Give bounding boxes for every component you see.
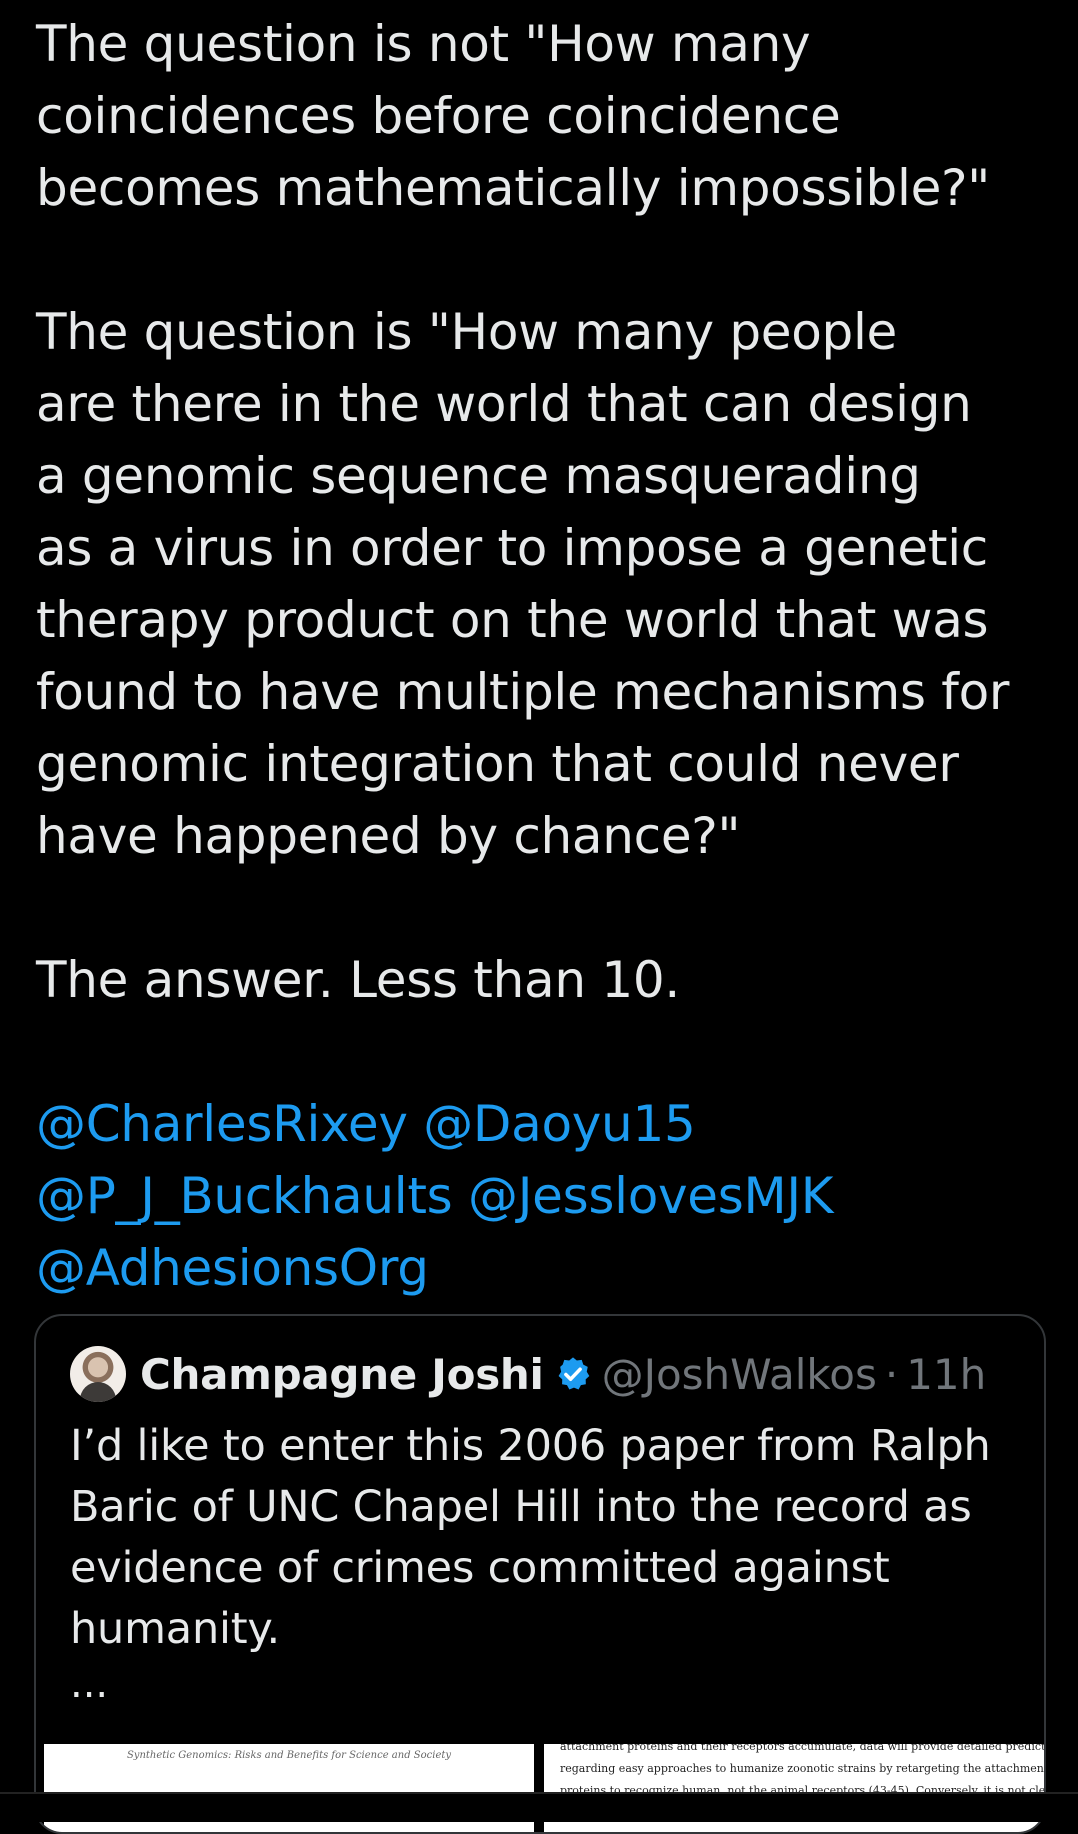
paper-running-head: Synthetic Genomics: Risks and Benefits f… [126,1750,452,1761]
bottom-bar [0,1792,1078,1822]
mentions-line: @P_J_Buckhaults @JesslovesMJK [36,1160,1046,1232]
separator-dot: · [884,1349,899,1399]
tweet-paragraph: The answer. Less than 10. [36,951,680,1009]
display-name[interactable]: Champagne Joshi [140,1350,544,1399]
tweet-text: The question is not "How many coincidenc… [36,8,1046,1304]
mention-link[interactable]: @CharlesRixey [36,1095,408,1153]
timestamp[interactable]: 11h [906,1350,986,1399]
mention-link[interactable]: @JesslovesMJK [468,1167,834,1225]
tweet-paragraph: The question is not "How many coincidenc… [36,15,990,217]
mentions-line: @AdhesionsOrg [36,1232,1046,1304]
mention-link[interactable]: @P_J_Buckhaults [36,1167,453,1225]
paper-line: regarding easy approaches to humanize zo… [560,1762,1044,1775]
mention-link[interactable]: @AdhesionsOrg [36,1239,429,1297]
mentions-line: @CharlesRixey @Daoyu15 [36,1088,1046,1160]
tweet-paragraph: The question is "How many people are the… [36,303,1010,865]
quoted-tweet-text: I’d like to enter this 2006 paper from R… [70,1421,991,1654]
quoted-tweet-card[interactable]: Champagne Joshi @JoshWalkos · 11h I’d li… [34,1314,1046,1834]
mention-link[interactable]: @Daoyu15 [423,1095,696,1153]
quoted-tweet-header: Champagne Joshi @JoshWalkos · 11h [70,1346,986,1402]
show-more-ellipsis: ... [70,1661,109,1707]
user-handle[interactable]: @JoshWalkos [602,1350,877,1399]
avatar[interactable] [70,1346,126,1402]
paper-line: attachment proteins and their receptors … [560,1744,1044,1753]
mentions: @CharlesRixey @Daoyu15 @P_J_Buckhaults @… [36,1088,1046,1304]
verified-badge-icon [558,1357,589,1390]
